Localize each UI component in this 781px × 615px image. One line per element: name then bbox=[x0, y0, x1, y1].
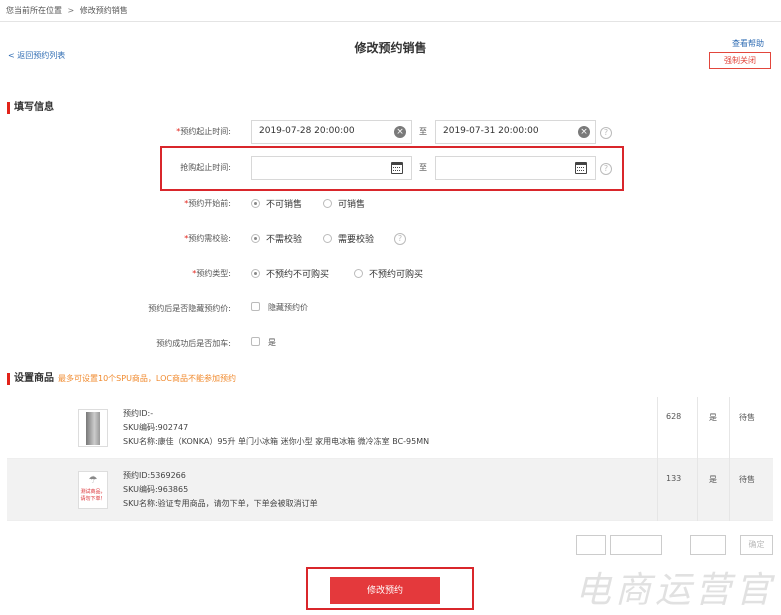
booking-time-row: *预约起止时间: 2019-07-28 20:00:00 × 至 2019-07… bbox=[0, 120, 781, 144]
table-row: ☂ 测试商品，请勿下单！ 预约ID:5369266 SKU编码:963865 S… bbox=[7, 459, 773, 521]
goods-quantity: 133 bbox=[666, 474, 682, 483]
modify-booking-button[interactable]: 修改预约 bbox=[330, 577, 440, 604]
goods-booking-id: 预约ID:5369266 bbox=[123, 471, 186, 480]
breadcrumb: 您当前所在位置 > 修改预约销售 bbox=[0, 0, 781, 22]
goods-sku-code: SKU编码:963865 bbox=[123, 485, 189, 494]
booking-time-label: *预约起止时间: bbox=[176, 127, 231, 136]
checkbox-icon[interactable] bbox=[251, 302, 260, 311]
highlight-box bbox=[160, 146, 624, 191]
column-divider bbox=[697, 397, 698, 459]
clear-icon[interactable]: × bbox=[394, 126, 406, 138]
breadcrumb-prefix: 您当前所在位置 bbox=[6, 6, 62, 15]
column-divider bbox=[657, 459, 658, 521]
hide-price-row: 预约后是否隐藏预约价: 隐藏预约价 bbox=[0, 297, 781, 321]
radio-icon[interactable] bbox=[323, 199, 332, 208]
section-fill-info: 填写信息 bbox=[7, 102, 54, 114]
booking-to-label: 至 bbox=[419, 127, 427, 136]
page-title: 修改预约销售 bbox=[354, 41, 427, 55]
radio-no-booking-no-buy[interactable]: 不预约不可购买 bbox=[251, 267, 329, 280]
goods-flag: 是 bbox=[709, 475, 717, 484]
add-cart-checkbox[interactable]: 是 bbox=[251, 337, 276, 348]
column-divider bbox=[697, 459, 698, 521]
help-icon[interactable]: ? bbox=[394, 233, 406, 245]
clear-icon[interactable]: × bbox=[578, 126, 590, 138]
goods-status: 待售 bbox=[739, 413, 755, 422]
booking-end-input[interactable]: 2019-07-31 20:00:00 × bbox=[435, 120, 596, 144]
radio-not-sellable[interactable]: 不可销售 bbox=[251, 197, 302, 210]
help-icon[interactable]: ? bbox=[600, 127, 612, 139]
radio-icon[interactable] bbox=[251, 269, 260, 278]
verify-label: *预约需校验: bbox=[184, 234, 231, 243]
column-divider bbox=[657, 397, 658, 459]
verify-row: *预约需校验: 不需校验 需要校验 ? bbox=[0, 227, 781, 251]
add-cart-label: 预约成功后是否加车: bbox=[156, 339, 231, 348]
presale-label: *预约开始前: bbox=[184, 199, 231, 208]
breadcrumb-current: 修改预约销售 bbox=[79, 6, 128, 15]
goods-quantity: 628 bbox=[666, 412, 682, 421]
pager-prev-button[interactable] bbox=[576, 535, 606, 555]
watermark: 电商运营官 bbox=[574, 570, 775, 611]
view-help-link[interactable]: 查看帮助 bbox=[732, 38, 764, 49]
section-goods: 设置商品 最多可设置10个SPU商品，LOC商品不能参加预约 bbox=[7, 373, 236, 385]
goods-booking-id: 预约ID:- bbox=[123, 409, 154, 418]
thumbnail-caption: 测试商品，请勿下单！ bbox=[80, 489, 106, 502]
goods-table: 预约ID:- SKU编码:902747 SKU名称:康佳（KONKA）95升 单… bbox=[7, 397, 773, 521]
goods-status: 待售 bbox=[739, 475, 755, 484]
product-thumbnail: ☂ 测试商品，请勿下单！ bbox=[78, 471, 108, 509]
goods-sku-code: SKU编码:902747 bbox=[123, 423, 189, 432]
force-close-button[interactable]: 强制关闭 bbox=[709, 52, 771, 69]
goods-info: 预约ID:- SKU编码:902747 SKU名称:康佳（KONKA）95升 单… bbox=[123, 407, 429, 449]
goods-sku-name: SKU名称:康佳（KONKA）95升 单门小冰箱 迷你小型 家用电冰箱 微冷冻室… bbox=[123, 437, 430, 446]
type-label: *预约类型: bbox=[192, 269, 231, 278]
goods-flag: 是 bbox=[709, 413, 717, 422]
goods-info: 预约ID:5369266 SKU编码:963865 SKU名称:验证专用商品，请… bbox=[123, 469, 318, 511]
column-divider bbox=[729, 459, 730, 521]
type-row: *预约类型: 不预约不可购买 不预约可购买 bbox=[0, 262, 781, 286]
radio-icon[interactable] bbox=[251, 234, 260, 243]
booking-start-input[interactable]: 2019-07-28 20:00:00 × bbox=[251, 120, 412, 144]
product-thumbnail bbox=[78, 409, 108, 447]
table-row: 预约ID:- SKU编码:902747 SKU名称:康佳（KONKA）95升 单… bbox=[7, 397, 773, 459]
radio-icon[interactable] bbox=[251, 199, 260, 208]
pager-page-input[interactable] bbox=[610, 535, 662, 555]
goods-sku-name: SKU名称:验证专用商品，请勿下单，下单会被取消订单 bbox=[123, 499, 318, 508]
radio-need-verify[interactable]: 需要校验 bbox=[323, 232, 374, 245]
goods-note: 最多可设置10个SPU商品，LOC商品不能参加预约 bbox=[58, 374, 236, 383]
radio-no-booking-can-buy[interactable]: 不预约可购买 bbox=[354, 267, 423, 280]
hide-price-checkbox[interactable]: 隐藏预约价 bbox=[251, 302, 308, 313]
hide-price-label: 预约后是否隐藏预约价: bbox=[148, 304, 231, 313]
pager-confirm-button[interactable]: 确定 bbox=[740, 535, 773, 555]
presale-row: *预约开始前: 不可销售 可销售 bbox=[0, 192, 781, 216]
radio-icon[interactable] bbox=[323, 234, 332, 243]
radio-sellable[interactable]: 可销售 bbox=[323, 197, 365, 210]
checkbox-icon[interactable] bbox=[251, 337, 260, 346]
umbrella-icon: ☂ bbox=[88, 475, 98, 486]
breadcrumb-separator: > bbox=[67, 6, 75, 15]
column-divider bbox=[729, 397, 730, 459]
pager-page-field[interactable] bbox=[690, 535, 726, 555]
radio-no-verify[interactable]: 不需校验 bbox=[251, 232, 302, 245]
radio-icon[interactable] bbox=[354, 269, 363, 278]
add-cart-row: 预约成功后是否加车: 是 bbox=[0, 332, 781, 356]
